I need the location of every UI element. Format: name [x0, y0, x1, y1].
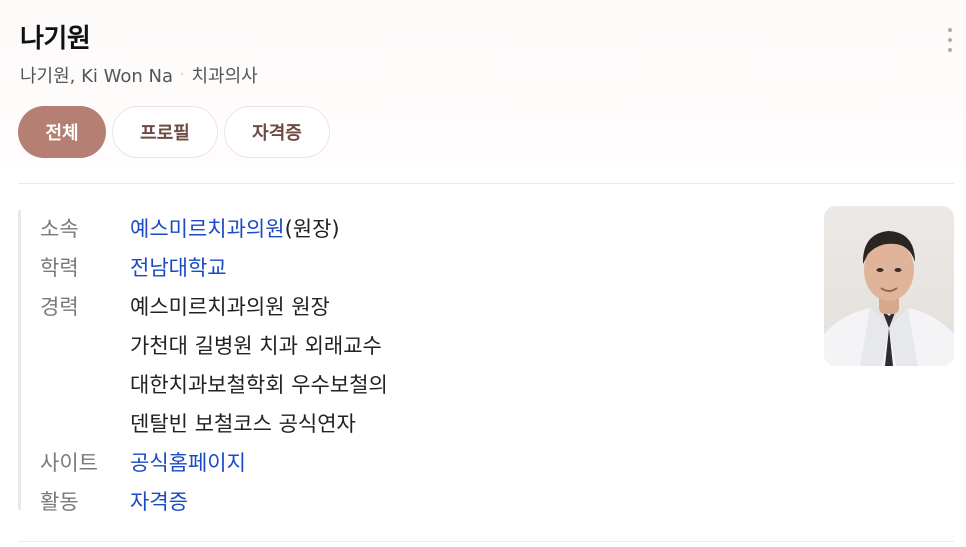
tab-profile[interactable]: 프로필 — [112, 106, 218, 158]
education-link[interactable]: 전남대학교 — [130, 252, 227, 282]
education-row: 학력 전남대학교 — [40, 247, 388, 286]
career-row: 덴탈빈 보철코스 공식연자 — [40, 403, 388, 442]
site-label: 사이트 — [40, 450, 98, 475]
tab-all[interactable]: 전체 — [18, 106, 106, 158]
bottom-divider — [18, 541, 954, 542]
activity-link[interactable]: 자격증 — [130, 486, 188, 516]
career-item: 예스미르치과의원 원장 — [130, 294, 330, 319]
career-row: 대한치과보철학회 우수보철의 — [40, 364, 388, 403]
career-row: 가천대 길병원 치과 외래교수 — [40, 325, 388, 364]
profile-photo[interactable] — [824, 206, 954, 366]
tab-certificates[interactable]: 자격증 — [224, 106, 330, 158]
affiliation-link[interactable]: 예스미르치과의원 — [130, 217, 285, 241]
profile-alt-name: 나기원, Ki Won Na — [20, 66, 174, 87]
info-section: 소속 예스미르치과의원(원장) 학력 전남대학교 경력 예스미르치과의원 원장 … — [18, 206, 954, 514]
career-row: 경력 예스미르치과의원 원장 — [40, 286, 388, 325]
career-item: 대한치과보철학회 우수보철의 — [130, 372, 388, 397]
activity-row: 활동 자격증 — [40, 481, 388, 520]
profile-subtitle: 나기원, Ki Won Na · 치과의사 — [20, 62, 258, 88]
profile-occupation: 치과의사 — [191, 66, 258, 87]
career-item: 가천대 길병원 치과 외래교수 — [130, 333, 382, 358]
top-divider — [18, 183, 954, 184]
profile-name: 나기원 — [20, 24, 91, 54]
tab-bar: 전체 프로필 자격증 — [18, 106, 330, 158]
profile-header: 나기원 나기원, Ki Won Na · 치과의사 전체 프로필 자격증 — [0, 0, 966, 162]
separator-dot: · — [180, 67, 185, 83]
affiliation-row: 소속 예스미르치과의원(원장) — [40, 208, 388, 247]
more-vertical-icon[interactable] — [940, 28, 960, 52]
activity-label: 활동 — [40, 489, 79, 514]
affiliation-role: (원장) — [284, 216, 340, 241]
career-item: 덴탈빈 보철코스 공식연자 — [130, 411, 356, 436]
official-homepage-link[interactable]: 공식홈페이지 — [130, 447, 246, 477]
affiliation-label: 소속 — [40, 216, 79, 241]
section-bar — [18, 210, 21, 510]
site-row: 사이트 공식홈페이지 — [40, 442, 388, 481]
education-label: 학력 — [40, 255, 79, 280]
info-rows: 소속 예스미르치과의원(원장) 학력 전남대학교 경력 예스미르치과의원 원장 … — [40, 208, 388, 520]
career-label: 경력 — [40, 294, 79, 319]
